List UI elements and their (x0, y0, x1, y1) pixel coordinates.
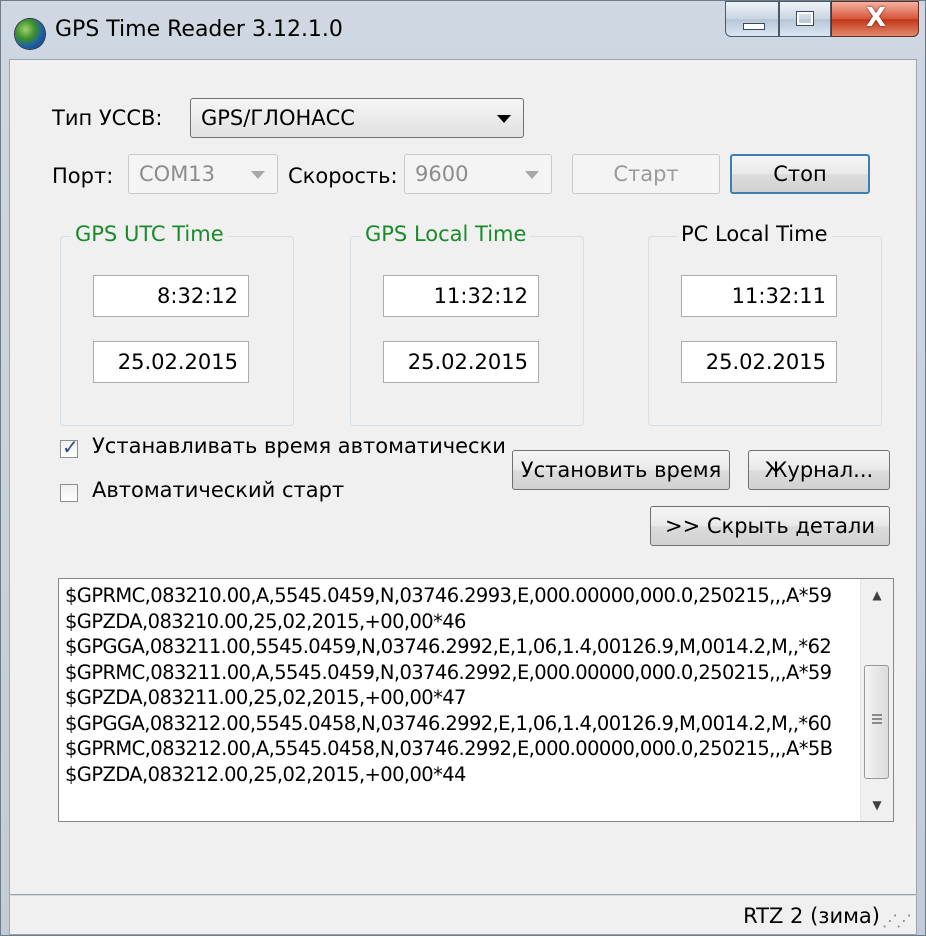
port-select[interactable]: COM13 (128, 154, 278, 194)
status-bar: RTZ 2 (зима) ⋰⋰ (9, 895, 917, 935)
scroll-down-icon[interactable]: ▼ (861, 789, 893, 821)
resize-grip-icon[interactable]: ⋰⋰ (882, 911, 912, 930)
auto-time-checkbox[interactable] (60, 435, 79, 459)
window-controls: X (725, 1, 921, 41)
device-type-label: Тип УССВ: (52, 106, 163, 130)
log-line: $GPRMC,083212.00,A,5545.0458,N,03746.299… (65, 737, 833, 760)
pc-local-date-field[interactable]: 25.02.2015 (681, 341, 837, 383)
start-button[interactable]: Старт (572, 154, 720, 194)
speed-value: 9600 (415, 162, 469, 186)
chevron-down-icon (497, 115, 511, 123)
window-title: GPS Time Reader 3.12.1.0 (55, 17, 343, 42)
title-bar[interactable]: GPS Time Reader 3.12.1.0 X (1, 1, 925, 57)
port-label: Порт: (52, 164, 114, 188)
group-title: GPS UTC Time (71, 222, 228, 246)
maximize-icon (796, 11, 814, 26)
pc-local-time-field[interactable]: 11:32:11 (681, 275, 837, 317)
close-icon: X (865, 3, 887, 33)
auto-start-checkbox[interactable] (60, 484, 78, 502)
close-button[interactable]: X (831, 1, 919, 37)
speed-select[interactable]: 9600 (404, 154, 552, 194)
scrollbar-thumb[interactable] (864, 665, 889, 779)
device-type-value: GPS/ГЛОНАСС (201, 106, 355, 130)
gps-local-time-field[interactable]: 11:32:12 (383, 275, 539, 317)
chevron-down-icon (525, 171, 539, 179)
utc-date-field[interactable]: 25.02.2015 (93, 341, 249, 383)
log-line: $GPZDA,083210.00,25,02,2015,+00,00*46 (65, 609, 466, 633)
hide-details-button[interactable]: >> Скрыть детали (650, 506, 890, 546)
log-line: $GPZDA,083212.00,25,02,2015,+00,00*44 (65, 762, 466, 786)
log-line: $GPRMC,083210.00,A,5545.0459,N,03746.299… (65, 584, 832, 607)
gps-local-date-field[interactable]: 25.02.2015 (383, 341, 539, 383)
stop-button[interactable]: Стоп (730, 154, 870, 194)
client-area: Тип УССВ: GPS/ГЛОНАСС Порт: COM13 Скорос… (9, 59, 917, 895)
device-type-select[interactable]: GPS/ГЛОНАСС (190, 98, 524, 138)
group-gps-utc-time: GPS UTC Time 8:32:12 25.02.2015 (60, 222, 294, 426)
scroll-up-icon[interactable]: ▲ (861, 579, 893, 611)
app-window: GPS Time Reader 3.12.1.0 X Тип УССВ: GPS… (0, 0, 926, 936)
journal-button[interactable]: Журнал... (748, 450, 890, 490)
set-time-button[interactable]: Установить время (512, 450, 730, 490)
group-gps-local-time: GPS Local Time 11:32:12 25.02.2015 (350, 222, 584, 426)
maximize-button[interactable] (779, 1, 831, 37)
timezone-status: RTZ 2 (зима) (743, 904, 880, 928)
group-title: PC Local Time (677, 222, 832, 246)
log-lines: $GPRMC,083210.00,A,5545.0459,N,03746.299… (65, 583, 857, 787)
log-line: $GPRMC,083211.00,A,5545.0459,N,03746.299… (65, 660, 832, 684)
nmea-log[interactable]: $GPRMC,083210.00,A,5545.0459,N,03746.299… (58, 578, 894, 822)
group-pc-local-time: PC Local Time 11:32:11 25.02.2015 (648, 222, 882, 426)
group-title: GPS Local Time (361, 222, 531, 246)
log-scrollbar[interactable]: ▲ ▼ (860, 579, 893, 821)
globe-icon (15, 19, 45, 49)
log-line: $GPZDA,083211.00,25,02,2015,+00,00*47 (65, 686, 466, 709)
minimize-icon (743, 23, 765, 30)
minimize-button[interactable] (725, 1, 779, 37)
log-line: $GPGGA,083211.00,5545.0459,N,03746.2992,… (65, 635, 832, 658)
auto-start-label[interactable]: Автоматический старт (92, 478, 344, 502)
chevron-down-icon (251, 171, 265, 179)
port-value: COM13 (139, 162, 216, 186)
auto-time-label[interactable]: Устанавливать время автоматически (92, 434, 506, 458)
utc-time-field[interactable]: 8:32:12 (93, 275, 249, 317)
log-line: $GPGGA,083212.00,5545.0458,N,03746.2992,… (65, 711, 832, 735)
grip-icon (872, 714, 882, 724)
speed-label: Скорость: (288, 164, 398, 188)
